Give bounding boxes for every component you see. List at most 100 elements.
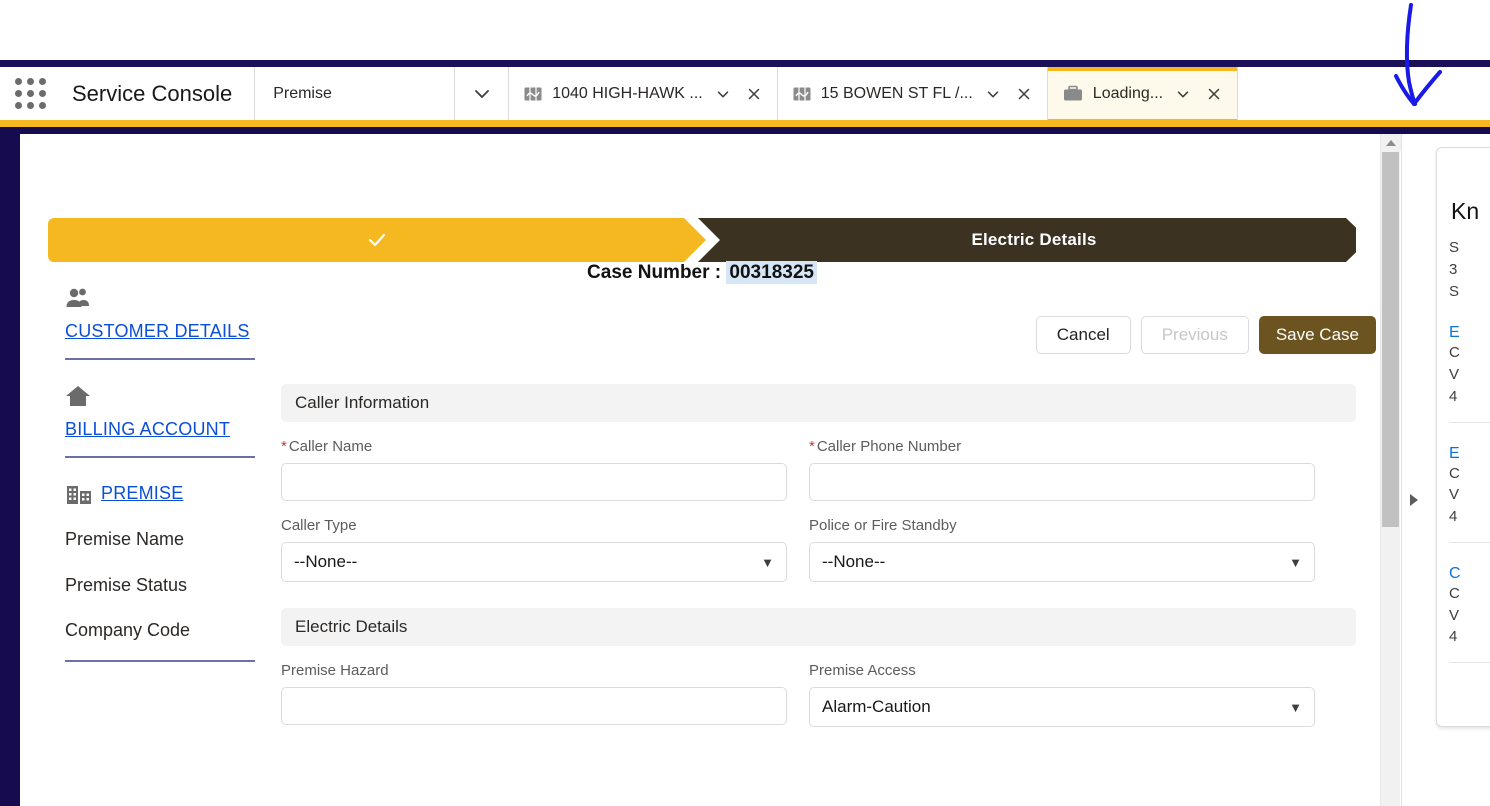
caller-name-input[interactable] — [281, 463, 787, 501]
scroll-up-arrow-icon — [1386, 139, 1396, 146]
required-asterisk-icon: * — [809, 438, 815, 455]
premise-field-name-label: Premise Name — [65, 529, 185, 550]
top-navy-rule — [0, 60, 1490, 67]
knowledge-article-2-line-3: 4 — [1449, 508, 1458, 525]
premise-access-select[interactable]: Alarm-Caution ▼ — [809, 687, 1315, 727]
field-caller-type: Caller Type --None-- ▼ — [281, 517, 787, 582]
service-console-window: Service Console Premise 1040 HIGH-HAWK .… — [0, 0, 1490, 806]
premise-field-company-code-label: Company Code — [65, 620, 191, 641]
console-header: Service Console Premise 1040 HIGH-HAWK .… — [0, 67, 1490, 123]
knowledge-article-1-line-1: C — [1449, 344, 1460, 362]
object-tab-dropdown-button[interactable] — [455, 67, 510, 120]
knowledge-card: Kn S 3 S E C V 4 E C V 4 C C V 4 — [1436, 147, 1490, 727]
chevron-down-icon: ▼ — [1289, 699, 1302, 715]
caller-type-selected-value: --None-- — [294, 552, 358, 571]
sidebar-item-billing-account[interactable]: BILLING ACCOUNT — [65, 416, 230, 442]
field-police-or-fire-standby: Police or Fire Standby --None-- ▼ — [809, 517, 1315, 582]
premise-access-selected-value: Alarm-Caution — [822, 697, 931, 716]
sidebar-item-customer-details[interactable]: CUSTOMER DETAILS — [65, 318, 250, 344]
police-or-fire-standby-selected-value: --None-- — [822, 552, 886, 571]
knowledge-article-3-line-1: C — [1449, 584, 1460, 602]
knowledge-divider — [1449, 662, 1490, 663]
save-case-button[interactable]: Save Case — [1258, 316, 1376, 354]
case-number-line: Case Number : 00318325 — [48, 261, 1356, 284]
workspace-tab-3-dropdown[interactable] — [1172, 81, 1194, 107]
workspace-tab-2-dropdown[interactable] — [982, 81, 1004, 107]
navy-accent-band — [0, 127, 1490, 134]
close-icon — [1018, 88, 1030, 99]
object-tab-premise[interactable]: Premise — [255, 67, 456, 120]
case-action-buttons: Cancel Previous Save Case — [1035, 316, 1376, 354]
nav-block-customer-details: CUSTOMER DETAILS — [65, 284, 255, 361]
workspace-tab-3-active[interactable]: Loading... — [1047, 67, 1239, 123]
workspace-tab-1-dropdown[interactable] — [712, 81, 734, 107]
customer-people-icon — [65, 286, 91, 310]
sidebar-item-premise[interactable]: PREMISE — [101, 480, 183, 506]
check-icon — [364, 227, 390, 253]
scroll-up-button[interactable] — [1381, 134, 1401, 151]
chevron-down-icon — [717, 90, 729, 97]
required-asterisk-icon: * — [281, 438, 287, 455]
chevron-down-icon — [1177, 90, 1189, 97]
home-icon — [65, 384, 91, 408]
field-caller-phone-number-label: * Caller Phone Number — [809, 438, 962, 455]
case-record-panel: Electric Details Case Number : 00318325 … — [20, 134, 1380, 806]
workspace-tab-1[interactable]: 1040 HIGH-HAWK ... — [509, 67, 778, 120]
knowledge-article-2-link[interactable]: E — [1449, 445, 1490, 463]
expand-panel-button[interactable] — [1406, 489, 1422, 511]
field-premise-hazard-label: Premise Hazard — [281, 662, 389, 679]
knowledge-article-2: E C V 4 — [1449, 445, 1490, 543]
knowledge-article-3-link[interactable]: C — [1449, 565, 1490, 583]
path-step-completed[interactable] — [48, 218, 706, 262]
field-caller-name: * Caller Name — [281, 438, 787, 501]
field-premise-hazard: Premise Hazard — [281, 662, 787, 727]
field-premise-access: Premise Access Alarm-Caution ▼ — [809, 662, 1315, 727]
case-path-progress: Electric Details — [48, 218, 1356, 262]
browser-chrome-blank-area — [0, 0, 1490, 60]
workspace-tab-3-close[interactable] — [1203, 81, 1225, 107]
app-name[interactable]: Service Console — [60, 67, 256, 120]
knowledge-card-title: Kn — [1451, 198, 1480, 224]
workspace-tab-1-close[interactable] — [743, 81, 765, 107]
app-launcher-button[interactable] — [0, 67, 60, 120]
knowledge-divider — [1449, 541, 1490, 543]
field-row-premise-hazard: Premise Hazard Premise Access Alarm-Caut… — [281, 662, 1356, 727]
workspace-tab-2-close[interactable] — [1013, 81, 1035, 107]
police-or-fire-standby-select[interactable]: --None-- ▼ — [809, 542, 1315, 582]
knowledge-article-1: E C V 4 — [1449, 324, 1490, 423]
knowledge-card-meta-line-2: 3 — [1449, 260, 1458, 278]
previous-button[interactable]: Previous — [1140, 316, 1249, 354]
caller-phone-number-input[interactable] — [809, 463, 1315, 501]
map-icon — [524, 87, 542, 100]
workspace-tab-2-label: 15 BOWEN ST FL /... — [820, 84, 973, 102]
section-header-electric-details: Electric Details — [281, 608, 1356, 646]
cancel-button[interactable]: Cancel — [1035, 316, 1131, 354]
field-row-caller-type: Caller Type --None-- ▼ Police or Fire St… — [281, 517, 1356, 582]
knowledge-article-3-line-3: 4 — [1449, 628, 1458, 646]
chevron-down-icon — [987, 90, 999, 97]
scrollbar-thumb[interactable] — [1382, 152, 1399, 527]
knowledge-article-3-line-2: V — [1449, 606, 1460, 624]
briefcase-icon — [1063, 85, 1082, 100]
knowledge-side-panel: Kn S 3 S E C V 4 E C V 4 C C V 4 — [1401, 134, 1490, 806]
chevron-down-icon: ▼ — [761, 554, 774, 570]
nav-block-billing-account: BILLING ACCOUNT — [65, 382, 255, 459]
knowledge-divider — [1449, 421, 1490, 423]
field-caller-type-label: Caller Type — [281, 517, 357, 534]
knowledge-article-2-line-2: V — [1449, 486, 1460, 504]
path-step-current[interactable]: Electric Details — [698, 218, 1356, 262]
knowledge-article-1-link[interactable]: E — [1449, 324, 1490, 342]
building-icon — [65, 482, 93, 506]
field-police-or-fire-standby-label: Police or Fire Standby — [809, 517, 957, 534]
chevron-down-icon — [474, 89, 489, 98]
case-number-label: Case Number : — [587, 262, 722, 283]
workspace-tab-2[interactable]: 15 BOWEN ST FL /... — [778, 67, 1048, 120]
workspace-tab-3-label: Loading... — [1092, 84, 1164, 102]
tab-bar-empty-space — [1238, 67, 1490, 120]
caller-type-select[interactable]: --None-- ▼ — [281, 542, 787, 582]
record-panel-scrollbar[interactable] — [1380, 134, 1401, 806]
premise-hazard-input[interactable] — [281, 687, 787, 725]
nav-block-premise: PREMISE Premise Name Premise Status Comp… — [65, 480, 255, 663]
field-caller-phone-number: * Caller Phone Number — [809, 438, 1315, 501]
